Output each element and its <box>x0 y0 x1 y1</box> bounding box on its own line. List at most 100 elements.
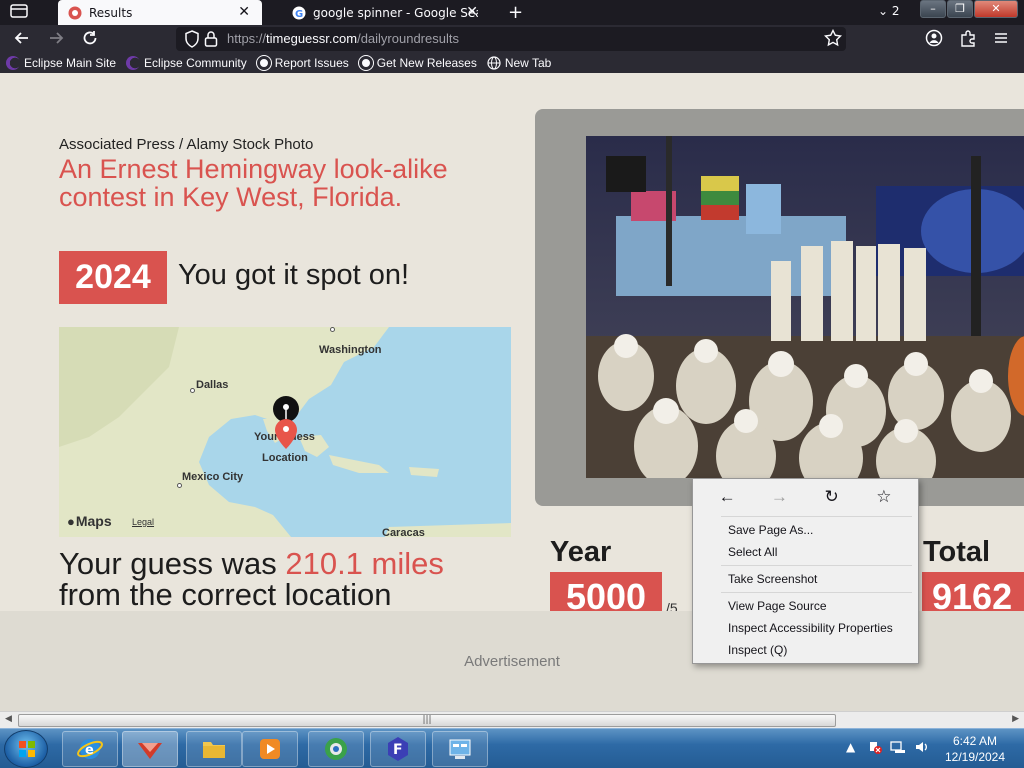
map-city-dot <box>190 388 195 393</box>
globe-app-icon <box>325 738 347 760</box>
menu-item-view-page-source[interactable]: View Page Source <box>693 595 918 617</box>
control-panel-icon <box>449 739 471 759</box>
menu-item-inspect-accessibility[interactable]: Inspect Accessibility Properties <box>693 617 918 639</box>
eclipse-icon <box>126 56 141 70</box>
context-reload-icon[interactable]: ↻ <box>817 487 847 507</box>
reload-icon[interactable] <box>81 29 99 52</box>
bookmark-eclipse-main-site[interactable]: Eclipse Main Site <box>6 56 116 70</box>
tab-results[interactable]: Results ✕ <box>58 0 262 25</box>
scrollbar-thumb[interactable]: ||| <box>18 714 836 727</box>
horizontal-scrollbar[interactable]: ◀ ||| ▶ <box>0 711 1024 728</box>
menu-icon[interactable] <box>993 29 1009 52</box>
distance-result: Your guess was 210.1 miles from the corr… <box>59 548 519 610</box>
github-icon <box>358 56 373 70</box>
system-clock[interactable]: 6:42 AM 12/19/2024 <box>940 733 1010 765</box>
internet-explorer-icon: e <box>77 739 103 759</box>
map-label-mexico-city: Mexico City <box>182 471 244 483</box>
github-icon <box>256 56 271 70</box>
google-favicon-icon: G <box>292 6 306 20</box>
correct-year-badge: 2024 <box>59 251 167 304</box>
folder-icon <box>203 742 225 758</box>
network-icon[interactable] <box>890 740 906 757</box>
forward-icon[interactable] <box>47 29 65 52</box>
distance-prefix: Your guess was <box>59 546 277 581</box>
context-menu-nav: ← → ↻ ☆ <box>693 479 918 514</box>
action-center-icon[interactable] <box>868 740 882 757</box>
taskbar-browser-globe[interactable] <box>308 731 364 767</box>
menu-item-take-screenshot[interactable]: Take Screenshot <box>693 568 918 590</box>
bookmarks-toolbar: Eclipse Main Site Eclipse Community Repo… <box>0 53 1024 73</box>
tab-google-label: google spinner - Google Sea <box>313 5 478 20</box>
scroll-right-icon[interactable]: ▶ <box>1012 714 1019 724</box>
bookmark-label: New Tab <box>504 56 552 70</box>
minimize-button[interactable]: – <box>920 0 946 18</box>
extensions-icon[interactable] <box>959 29 977 52</box>
menu-item-save-page-as[interactable]: Save Page As... <box>693 519 918 541</box>
legal-link[interactable]: Legal <box>132 517 154 527</box>
map-label-dallas: Dallas <box>196 379 229 391</box>
scroll-left-icon[interactable]: ◀ <box>5 714 12 724</box>
context-menu: ← → ↻ ☆ Save Page As... Select All Take … <box>692 478 919 664</box>
tab-google[interactable]: G google spinner - Google Sea ✕ <box>282 0 478 25</box>
url-path: /dailyroundresults <box>357 31 459 46</box>
close-tab-icon[interactable]: ✕ <box>466 4 478 20</box>
location-pin-icon[interactable] <box>273 418 299 450</box>
url-bar[interactable]: https://timeguessr.com/dailyroundresults <box>176 27 846 51</box>
taskbar-control-panel[interactable] <box>432 731 488 767</box>
shield-icon[interactable] <box>184 30 200 53</box>
bookmark-new-tab[interactable]: New Tab <box>487 56 551 70</box>
close-window-button[interactable]: ✕ <box>974 0 1018 18</box>
volume-icon[interactable] <box>914 740 930 757</box>
photo-description: An Ernest Hemingway look-alike contest i… <box>59 154 448 212</box>
year-verdict: You got it spot on! <box>178 259 410 291</box>
result-map[interactable]: Washington Dallas Mexico City Caracas Yo… <box>59 327 511 537</box>
context-forward-icon[interactable]: → <box>764 487 794 507</box>
bookmark-label: Eclipse Community <box>144 56 247 70</box>
context-back-icon[interactable]: ← <box>712 487 742 507</box>
svg-text:F: F <box>393 742 403 758</box>
hemingway-contest-photo <box>586 136 1024 478</box>
window-controls: – ❐ ✕ <box>919 0 1018 18</box>
menu-item-select-all[interactable]: Select All <box>693 541 918 563</box>
menu-item-inspect[interactable]: Inspect (Q) <box>693 639 918 661</box>
bookmark-label: Eclipse Main Site <box>24 56 117 70</box>
media-player-icon <box>260 739 280 759</box>
url-scheme: https:// <box>227 31 267 46</box>
taskbar-internet-explorer[interactable]: e <box>62 731 118 767</box>
distance-suffix: from the correct location <box>59 577 392 611</box>
url-domain: timeguessr.com <box>266 31 358 46</box>
tab-count: 2 <box>891 4 900 18</box>
tab-manager-icon[interactable] <box>10 3 28 24</box>
start-button[interactable] <box>4 730 48 768</box>
taskbar-app-red[interactable] <box>122 731 178 767</box>
map-city-dot <box>177 483 182 488</box>
context-bookmark-icon[interactable]: ☆ <box>869 487 899 507</box>
taskbar-app-f[interactable]: F <box>370 731 426 767</box>
year-score-max: /5 <box>666 600 678 611</box>
url-text[interactable]: https://timeguessr.com/dailyroundresults <box>227 31 459 46</box>
lock-icon[interactable] <box>204 30 218 53</box>
maps-attribution-text: Maps <box>75 513 112 529</box>
bookmark-eclipse-community[interactable]: Eclipse Community <box>126 56 247 70</box>
restore-button[interactable]: ❐ <box>947 0 973 18</box>
new-tab-button[interactable]: + <box>508 2 523 23</box>
taskbar-media-player[interactable] <box>242 731 298 767</box>
bookmark-label: Report Issues <box>274 56 349 70</box>
map-label-caracas: Caracas <box>382 527 425 537</box>
bookmark-label: Get New Releases <box>376 56 477 70</box>
year-score-value: 5000 <box>550 572 662 611</box>
globe-icon <box>487 56 501 70</box>
windows-logo-icon <box>19 741 35 757</box>
taskbar-file-explorer[interactable] <box>186 731 242 767</box>
account-icon[interactable] <box>925 29 943 52</box>
maps-attribution: ● Maps <box>67 513 112 529</box>
bookmark-get-new-releases[interactable]: Get New Releases <box>358 56 477 70</box>
show-hidden-icons[interactable]: ▲ <box>846 740 855 754</box>
svg-text:G: G <box>295 9 303 20</box>
bookmark-star-icon[interactable] <box>824 28 842 52</box>
back-icon[interactable] <box>13 29 31 52</box>
f-app-icon: F <box>388 737 408 761</box>
list-all-tabs-button[interactable]: ⌄ 2 <box>878 4 900 18</box>
bookmark-report-issues[interactable]: Report Issues <box>256 56 349 70</box>
close-tab-icon[interactable]: ✕ <box>238 4 250 20</box>
